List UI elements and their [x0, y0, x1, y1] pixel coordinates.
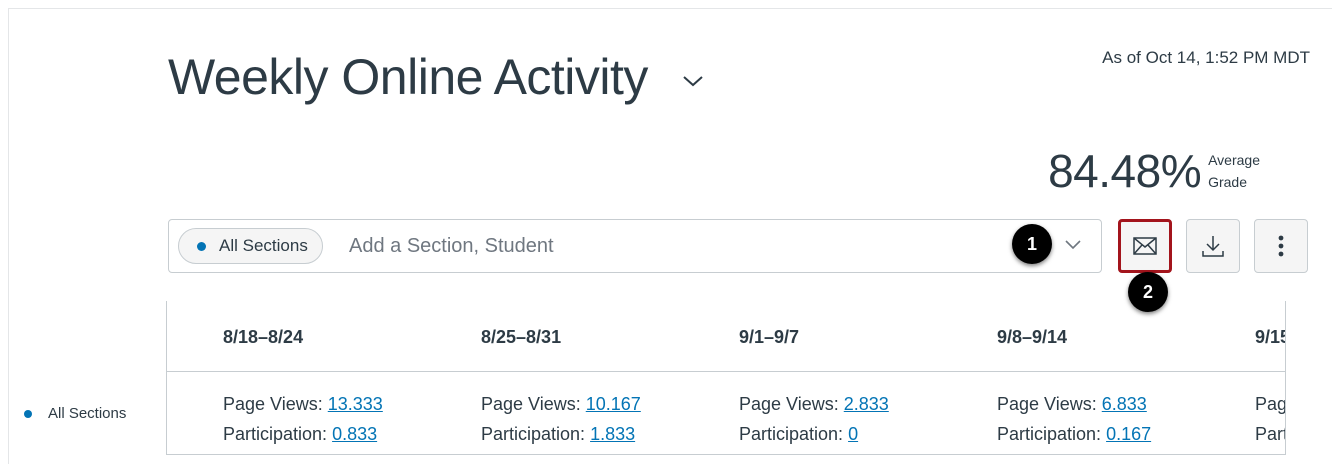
section-student-filter[interactable]: All Sections Add a Section, Student — [168, 219, 1102, 273]
column-header: 8/18–8/24 — [223, 327, 304, 347]
table-cell-truncated: Page Views: Participation: — [1255, 389, 1285, 449]
weekly-activity-table: 8/18–8/24 8/25–8/31 9/1–9/7 9/8–9/14 9/1… — [166, 301, 1286, 455]
filter-pill-label: All Sections — [219, 236, 308, 255]
table-cell: Page Views: 2.833 Participation: 0 — [739, 389, 889, 449]
average-grade: 84.48% Average Grade — [1048, 144, 1260, 198]
page-views-label: Page Views: — [739, 394, 839, 414]
grade-label-line1: Average — [1208, 152, 1260, 168]
column-header: 9/1–9/7 — [739, 327, 800, 347]
as-of-timestamp: As of Oct 14, 1:52 PM MDT — [1102, 48, 1310, 67]
title-row: Weekly Online Activity — [168, 48, 704, 106]
page-views-link[interactable]: 10.167 — [586, 394, 641, 414]
more-options-button[interactable] — [1254, 219, 1308, 273]
column-header: 9/15– — [1255, 327, 1285, 347]
participation-link[interactable]: 0 — [848, 424, 858, 444]
section-dot-icon — [197, 242, 206, 251]
table-cell: Page Views: 6.833 Participation: 0.167 — [997, 389, 1151, 449]
page-views-label: Page Views: — [1255, 394, 1285, 414]
participation-link[interactable]: 0.833 — [332, 424, 377, 444]
page-views-label: Page Views: — [997, 394, 1097, 414]
table-cell: Page Views: 13.333 Participation: 0.833 — [223, 389, 383, 449]
callout-badge-1: 1 — [1012, 224, 1052, 264]
page-views-label: Page Views: — [223, 394, 323, 414]
column-header: 8/25–8/31 — [481, 327, 562, 347]
table-cell: Page Views: 10.167 Participation: 1.833 — [481, 389, 641, 449]
average-grade-label: Average Grade — [1208, 149, 1260, 193]
table-header-row: 8/18–8/24 8/25–8/31 9/1–9/7 9/8–9/14 9/1… — [167, 301, 1285, 372]
envelope-icon — [1133, 237, 1157, 255]
participation-label: Participation: — [1255, 424, 1285, 444]
column-header: 9/8–9/14 — [997, 327, 1068, 347]
participation-link[interactable]: 0.167 — [1106, 424, 1151, 444]
participation-label: Participation: — [223, 424, 328, 444]
row-label-text: All Sections — [48, 405, 127, 422]
participation-label: Participation: — [739, 424, 844, 444]
page-title: Weekly Online Activity — [168, 49, 648, 105]
page-views-link[interactable]: 6.833 — [1102, 394, 1147, 414]
download-button[interactable] — [1186, 219, 1240, 273]
average-grade-value: 84.48% — [1048, 145, 1202, 197]
participation-link[interactable]: 1.833 — [590, 424, 635, 444]
download-icon — [1202, 236, 1224, 257]
grade-label-line2: Grade — [1208, 174, 1248, 190]
chevron-down-icon[interactable] — [1065, 240, 1081, 250]
kebab-menu-icon — [1278, 235, 1284, 257]
filter-input-placeholder[interactable]: Add a Section, Student — [349, 235, 554, 258]
message-students-button[interactable] — [1118, 219, 1172, 273]
participation-label: Participation: — [997, 424, 1102, 444]
page-views-label: Page Views: — [481, 394, 581, 414]
page-views-link[interactable]: 13.333 — [328, 394, 383, 414]
page-views-link[interactable]: 2.833 — [844, 394, 889, 414]
participation-label: Participation: — [481, 424, 586, 444]
section-dot-icon — [24, 409, 32, 418]
chevron-down-icon[interactable] — [682, 74, 704, 88]
row-label-all-sections: All Sections — [24, 405, 126, 422]
filter-pill-all-sections[interactable]: All Sections — [178, 228, 323, 264]
